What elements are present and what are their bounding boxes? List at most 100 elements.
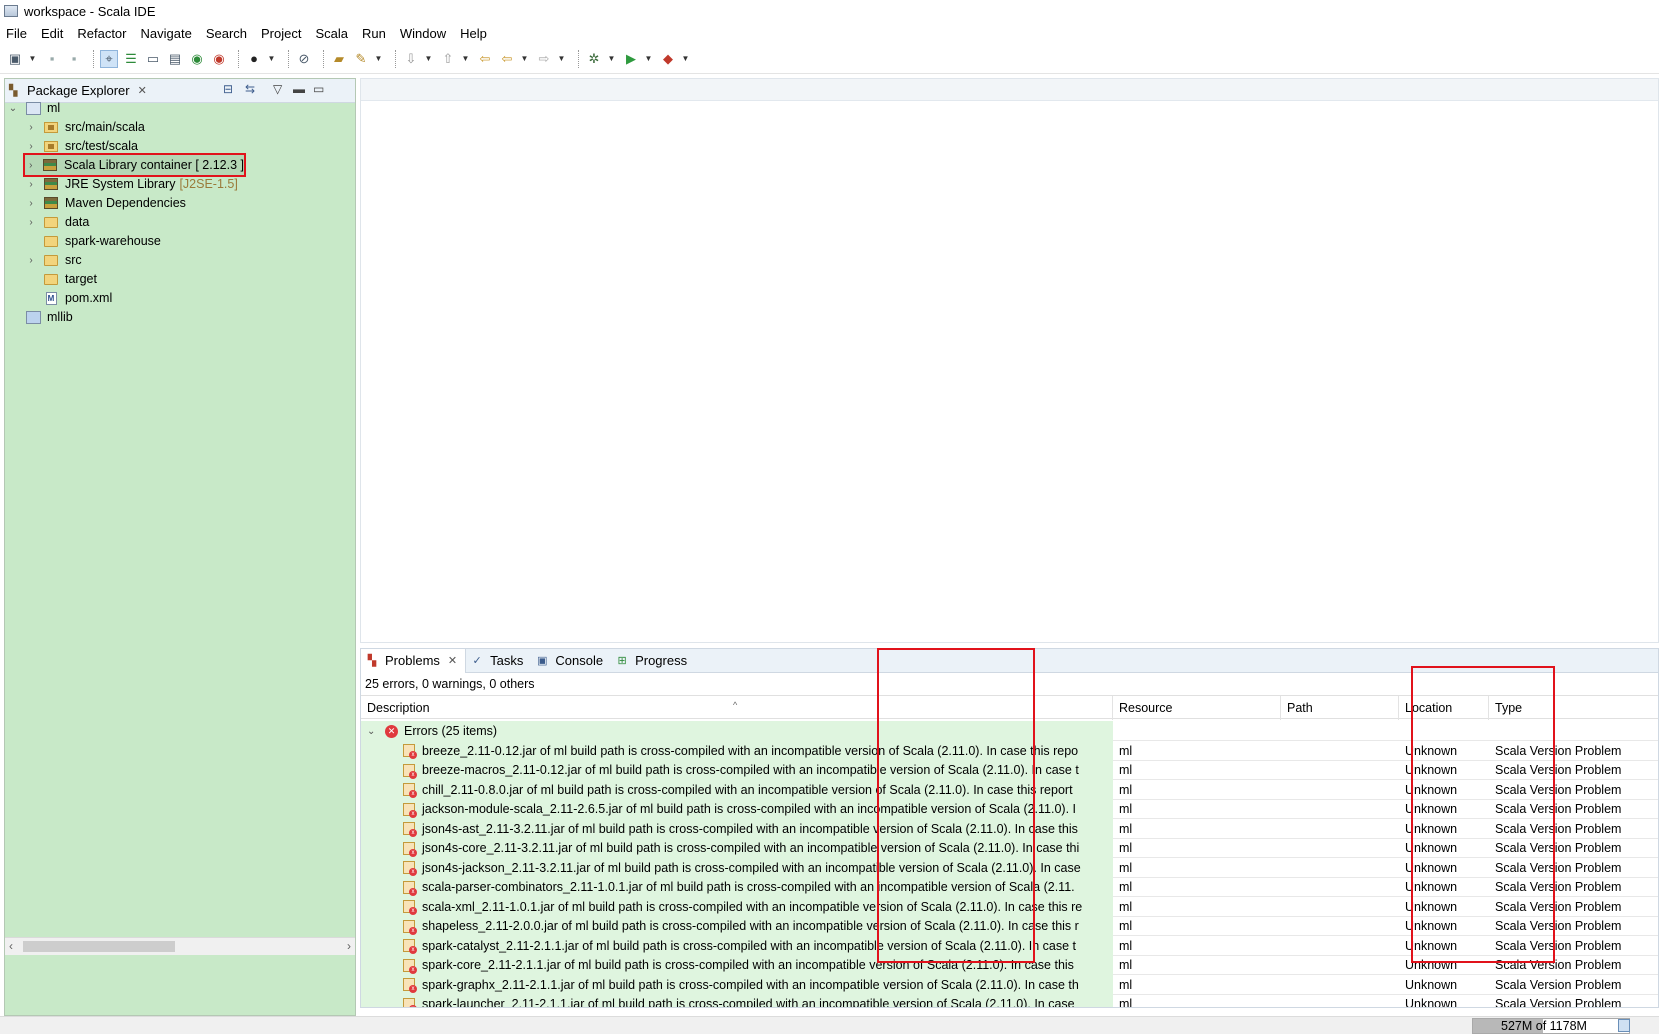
open-type-icon[interactable]: ▰ <box>330 50 348 68</box>
maximize-icon[interactable]: ▭ <box>313 82 324 96</box>
problem-path <box>1281 877 1287 897</box>
problem-location: Unknown <box>1405 977 1458 992</box>
folder-icon <box>43 234 59 248</box>
new-scala-class-icon[interactable]: ▭ <box>144 50 162 68</box>
collapse-all-icon[interactable]: ⊟ <box>223 82 233 96</box>
chevron-right-icon[interactable]: › <box>25 198 37 209</box>
previous-annotation-icon[interactable]: ⇧ <box>439 50 457 68</box>
horizontal-scrollbar[interactable]: ‹ › <box>5 937 355 955</box>
save-all-icon[interactable]: ▪ <box>65 50 83 68</box>
menu-refactor[interactable]: Refactor <box>70 26 133 41</box>
tree-item-pom-xml[interactable]: M pom.xml <box>25 288 112 308</box>
problem-path <box>1281 780 1287 800</box>
user-icon[interactable]: ● <box>245 50 263 68</box>
problem-location: Unknown <box>1405 997 1458 1007</box>
debug-icon[interactable]: ✲ <box>585 50 603 68</box>
search-dropdown-icon[interactable]: ▼ <box>374 50 383 68</box>
save-icon[interactable]: ▪ <box>43 50 61 68</box>
new-scala-object-icon[interactable]: ▤ <box>166 50 184 68</box>
chevron-right-icon[interactable]: › <box>25 255 37 266</box>
scroll-right-icon[interactable]: › <box>347 939 351 953</box>
skip-breakpoints-icon[interactable]: ⊘ <box>295 50 313 68</box>
chevron-right-icon[interactable]: › <box>25 217 37 228</box>
window-title: workspace - Scala IDE <box>24 3 156 19</box>
run-icon[interactable]: ▶ <box>622 50 640 68</box>
view-menu-icon[interactable]: ▽ <box>273 82 282 96</box>
last-edit-location-icon[interactable]: ⇦ <box>476 50 494 68</box>
tree-item-src-main-scala[interactable]: › src/main/scala <box>25 117 145 137</box>
previous-annotation-dropdown-icon[interactable]: ▼ <box>461 50 470 68</box>
menu-search[interactable]: Search <box>199 26 254 41</box>
chevron-right-icon[interactable]: › <box>25 179 37 190</box>
menu-edit[interactable]: Edit <box>34 26 70 41</box>
search-icon[interactable]: ✎ <box>352 50 370 68</box>
external-tools-dropdown-icon[interactable]: ▼ <box>681 50 690 68</box>
garbage-collect-icon[interactable] <box>1618 1019 1630 1032</box>
next-annotation-dropdown-icon[interactable]: ▼ <box>424 50 433 68</box>
tasks-icon: ✓ <box>472 655 482 667</box>
menu-run[interactable]: Run <box>355 26 393 41</box>
tree-item-scala-library-container[interactable]: › Scala Library container [ 2.12.3 ] <box>23 153 246 177</box>
menu-window[interactable]: Window <box>393 26 453 41</box>
toggle-breadcrumb-icon[interactable]: ⌖ <box>100 49 118 68</box>
close-icon[interactable]: ✕ <box>138 84 147 97</box>
run-dropdown-icon[interactable]: ▼ <box>644 50 653 68</box>
folder-icon <box>43 272 59 286</box>
back-icon[interactable]: ⇦ <box>498 50 516 68</box>
user-dropdown-icon[interactable]: ▼ <box>267 50 276 68</box>
closed-project-icon <box>25 310 41 324</box>
chevron-right-icon[interactable]: › <box>25 141 37 152</box>
new-scala-trait-icon[interactable]: ◉ <box>188 50 206 68</box>
tree-item-target[interactable]: target <box>25 269 97 289</box>
chevron-down-icon[interactable]: ⌄ <box>7 103 19 114</box>
error-file-icon <box>403 880 417 896</box>
minimize-icon[interactable]: ▬ <box>293 82 305 96</box>
forward-dropdown-icon[interactable]: ▼ <box>557 50 566 68</box>
column-path[interactable]: Path <box>1281 696 1399 720</box>
debug-dropdown-icon[interactable]: ▼ <box>607 50 616 68</box>
link-with-editor-icon[interactable]: ⇆ <box>245 82 255 96</box>
tree-item-mllib[interactable]: mllib <box>7 307 73 327</box>
tree-item-label: ml <box>47 101 61 115</box>
menu-navigate[interactable]: Navigate <box>134 26 199 41</box>
column-resource[interactable]: Resource <box>1113 696 1281 720</box>
chevron-right-icon[interactable]: › <box>25 160 37 171</box>
tree-item-src-test-scala[interactable]: › src/test/scala <box>25 136 138 156</box>
error-file-icon <box>403 783 417 798</box>
tree-item-maven-dependencies[interactable]: › Maven Dependencies <box>25 193 186 213</box>
scroll-left-icon[interactable]: ‹ <box>9 939 13 953</box>
tab-tasks[interactable]: ✓ Tasks <box>466 649 531 673</box>
menu-scala[interactable]: Scala <box>308 26 355 41</box>
outline-icon[interactable]: ☰ <box>122 50 140 68</box>
forward-icon[interactable]: ⇨ <box>535 50 553 68</box>
external-tools-icon[interactable]: ◆ <box>659 50 677 68</box>
menu-file[interactable]: File <box>0 26 34 41</box>
back-dropdown-icon[interactable]: ▼ <box>520 50 529 68</box>
problem-row[interactable]: spark-launcher_2.11-2.1.1.jar of ml buil… <box>361 994 1658 1007</box>
folder-icon <box>43 253 59 267</box>
menu-help[interactable]: Help <box>453 26 494 41</box>
tab-progress[interactable]: ⊞ Progress <box>611 649 695 673</box>
tree-item-data[interactable]: › data <box>25 212 89 232</box>
chevron-down-icon[interactable]: ⌄ <box>367 726 377 737</box>
scrollbar-thumb[interactable] <box>23 941 175 952</box>
menu-project[interactable]: Project <box>254 26 308 41</box>
close-icon[interactable]: ✕ <box>448 654 457 667</box>
problems-icon: ▚ <box>367 655 377 667</box>
chevron-right-icon[interactable]: › <box>25 122 37 133</box>
problem-row[interactable]: spark-graphx_2.11-2.1.1.jar of ml build … <box>361 974 1658 995</box>
new-icon[interactable]: ▣ <box>6 50 24 68</box>
tree-item-label: src/main/scala <box>65 120 145 134</box>
tab-label: Problems <box>385 653 440 668</box>
next-annotation-icon[interactable]: ⇩ <box>402 50 420 68</box>
tab-problems[interactable]: ▚ Problems ✕ <box>361 648 467 673</box>
problem-path <box>1281 799 1287 819</box>
tree-item-jre-system-library[interactable]: › JRE System Library [J2SE-1.5] <box>25 174 238 194</box>
tree-item-spark-warehouse[interactable]: spark-warehouse <box>25 231 161 251</box>
new-scala-package-icon[interactable]: ◉ <box>210 50 228 68</box>
tab-console[interactable]: ▣ Console <box>531 649 611 673</box>
tree-item-src[interactable]: › src <box>25 250 81 270</box>
heap-status[interactable]: 527M of 1178M <box>1472 1018 1630 1034</box>
new-dropdown-icon[interactable]: ▼ <box>28 50 37 68</box>
tree-item-ml[interactable]: ⌄ ml <box>7 98 60 118</box>
